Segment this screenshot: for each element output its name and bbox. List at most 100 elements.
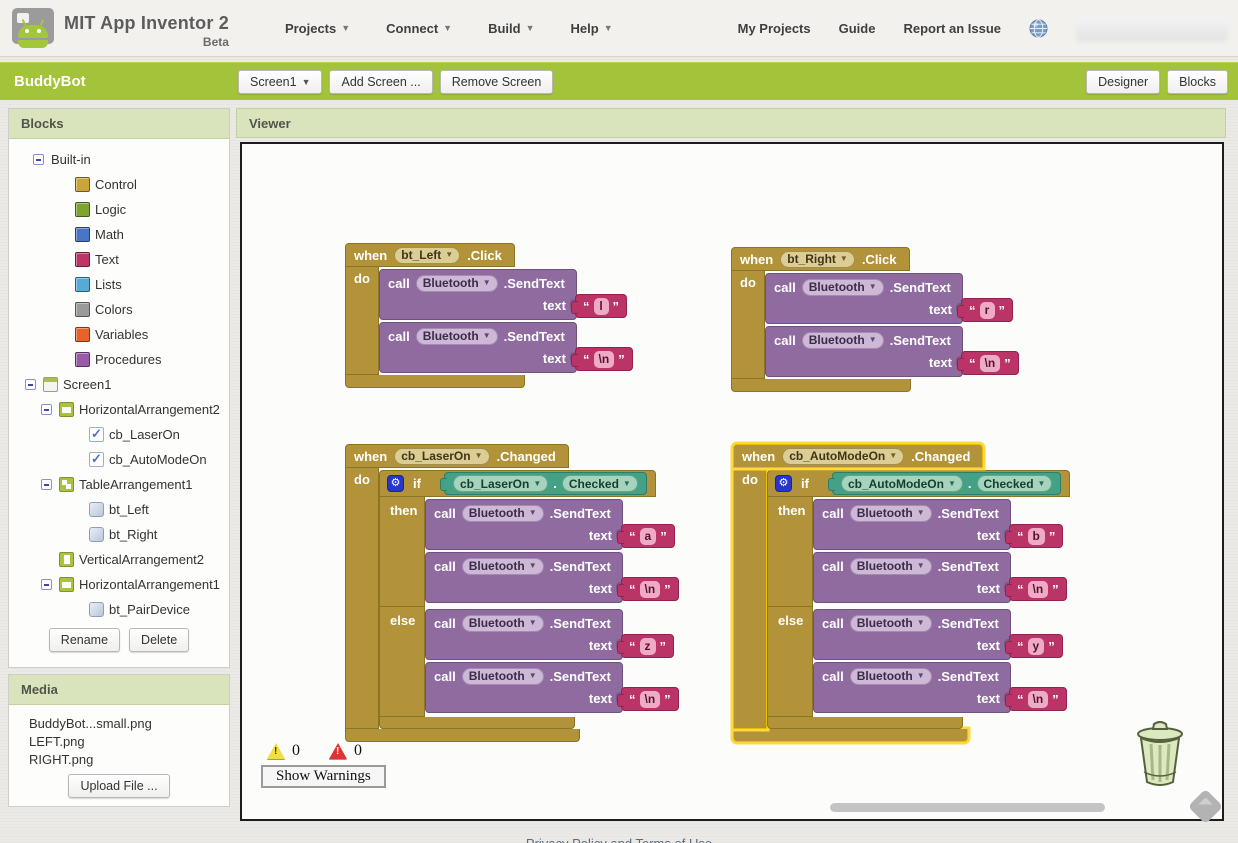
string-value-field[interactable]: b [1027,527,1045,545]
getter-property-dropdown[interactable]: Checked ▼ [561,475,638,492]
getter-property-dropdown[interactable]: Checked ▼ [976,475,1053,492]
string-value-field[interactable]: \n [1027,580,1049,598]
string-value-field[interactable]: r [979,301,995,319]
component-dropdown[interactable]: Bluetooth ▼ [849,667,932,685]
string-value-field[interactable]: z [639,637,656,655]
getter-component-dropdown[interactable]: cb_AutoModeOn ▼ [840,475,963,492]
palette-category-logic[interactable]: Logic [9,197,229,222]
tree-item-bt_right[interactable]: bt_Right [9,522,229,547]
call-method-block[interactable]: call Bluetooth ▼ .SendText text “\n” [425,662,679,713]
component-dropdown[interactable]: Bluetooth ▼ [801,278,884,296]
tree-item-horizontalarrangement1[interactable]: HorizontalArrangement1 [9,572,229,597]
horizontal-scrollbar[interactable] [830,803,1105,812]
language-globe-icon[interactable] [1029,19,1048,38]
component-getter-block[interactable]: cb_LaserOn ▼. Checked ▼ [439,472,647,495]
tree-item-verticalarrangement2[interactable]: VerticalArrangement2 [9,547,229,572]
menu-help[interactable]: Help ▼ [571,21,613,36]
if-then-else-block[interactable]: ⚙ if cb_AutoModeOn ▼. Checked ▼ then call Blueto… [767,470,1071,729]
text-string-block[interactable]: “\n” [1005,687,1067,711]
text-string-block[interactable]: “r” [957,298,1013,322]
media-file-item[interactable]: LEFT.png [29,733,229,751]
call-method-block[interactable]: call Bluetooth ▼ .SendText text “a” [425,499,675,550]
text-string-block[interactable]: “b” [1004,524,1064,548]
text-string-block[interactable]: “\n” [617,687,679,711]
tree-item-tablearrangement1[interactable]: TableArrangement1 [9,472,229,497]
text-string-block[interactable]: “\n” [571,347,633,371]
tree-expander-icon[interactable] [41,404,52,415]
report-issue-link[interactable]: Report an Issue [903,21,1001,36]
call-method-block[interactable]: call Bluetooth ▼ .SendText text “\n” [765,326,1019,377]
tree-expander-icon[interactable] [41,579,52,590]
component-dropdown[interactable]: Bluetooth ▼ [849,504,932,522]
text-string-block[interactable]: “\n” [957,351,1019,375]
component-dropdown[interactable]: Bluetooth ▼ [461,557,544,575]
event-component-dropdown[interactable]: cb_AutoModeOn ▼ [782,447,905,465]
component-dropdown[interactable]: Bluetooth ▼ [461,667,544,685]
text-string-block[interactable]: “a” [617,524,675,548]
text-string-block[interactable]: “y” [1005,634,1063,658]
string-value-field[interactable]: l [593,297,609,315]
event-block-when-bt_right[interactable]: when bt_Right ▼ .Click do call Bluetooth ▼ .Send… [731,247,1019,392]
string-value-field[interactable]: a [639,527,657,545]
component-dropdown[interactable]: Bluetooth ▼ [801,331,884,349]
upload-file-button[interactable]: Upload File ... [68,774,170,798]
component-dropdown[interactable]: Bluetooth ▼ [461,614,544,632]
component-dropdown[interactable]: Bluetooth ▼ [849,557,932,575]
string-value-field[interactable]: \n [593,350,615,368]
event-block-when-cb_laseron[interactable]: when cb_LaserOn ▼ .Changed do ⚙ if cb_LaserOn ▼.… [345,444,679,742]
component-dropdown[interactable]: Bluetooth ▼ [415,327,498,345]
component-dropdown[interactable]: Bluetooth ▼ [461,504,544,522]
app-logo[interactable]: MIT App Inventor 2 Beta [10,7,229,49]
string-value-field[interactable]: \n [639,580,661,598]
component-dropdown[interactable]: Bluetooth ▼ [415,274,498,292]
call-method-block[interactable]: call Bluetooth ▼ .SendText text “b” [813,499,1064,550]
event-component-dropdown[interactable]: bt_Left ▼ [394,246,461,264]
rename-button[interactable]: Rename [48,628,121,652]
tree-item-built-in[interactable]: Built-in [9,147,229,172]
text-string-block[interactable]: “\n” [1005,577,1067,601]
call-method-block[interactable]: call Bluetooth ▼ .SendText text “\n” [813,552,1067,603]
trash-can-icon[interactable] [1134,720,1186,788]
tree-item-cb_automodeon[interactable]: ✓ cb_AutoModeOn [9,447,229,472]
palette-category-math[interactable]: Math [9,222,229,247]
media-file-item[interactable]: RIGHT.png [29,751,229,769]
string-value-field[interactable]: y [1027,637,1045,655]
palette-category-control[interactable]: Control [9,172,229,197]
text-string-block[interactable]: “\n” [617,577,679,601]
blocks-workspace-canvas[interactable]: ! 0 ! 0 Show Warnings when bt_Left ▼ .Click… [240,142,1224,821]
media-file-item[interactable]: BuddyBot...small.png [29,715,229,733]
mutator-gear-icon[interactable]: ⚙ [775,475,792,492]
show-warnings-button[interactable]: Show Warnings [261,765,386,788]
string-value-field[interactable]: \n [979,354,1001,372]
palette-category-procedures[interactable]: Procedures [9,347,229,372]
tree-item-horizontalarrangement2[interactable]: HorizontalArrangement2 [9,397,229,422]
guide-link[interactable]: Guide [839,21,876,36]
tree-expander-icon[interactable] [25,379,36,390]
tree-item-bt_left[interactable]: bt_Left [9,497,229,522]
text-string-block[interactable]: “l” [571,294,627,318]
call-method-block[interactable]: call Bluetooth ▼ .SendText text “l” [379,269,627,320]
component-dropdown[interactable]: Bluetooth ▼ [849,614,932,632]
palette-category-text[interactable]: Text [9,247,229,272]
call-method-block[interactable]: call Bluetooth ▼ .SendText text “r” [765,273,1013,324]
call-method-block[interactable]: call Bluetooth ▼ .SendText text “\n” [379,322,633,373]
event-block-when-bt_left[interactable]: when bt_Left ▼ .Click do call Bluetooth ▼ .SendT… [345,243,633,388]
remove-screen-button[interactable]: Remove Screen [439,69,554,94]
palette-category-colors[interactable]: Colors [9,297,229,322]
tree-expander-icon[interactable] [41,479,52,490]
string-value-field[interactable]: \n [639,690,661,708]
string-value-field[interactable]: \n [1027,690,1049,708]
event-component-dropdown[interactable]: cb_LaserOn ▼ [394,447,490,465]
designer-tab-button[interactable]: Designer [1086,69,1161,94]
tree-expander-icon[interactable] [33,154,44,165]
event-component-dropdown[interactable]: bt_Right ▼ [780,250,855,268]
tree-item-screen1[interactable]: Screen1 [9,372,229,397]
component-getter-block[interactable]: cb_AutoModeOn ▼. Checked ▼ [827,472,1062,495]
tree-item-cb_laseron[interactable]: ✓ cb_LaserOn [9,422,229,447]
footer-links[interactable]: Privacy Policy and Terms of Use [0,836,1238,843]
add-screen-button[interactable]: Add Screen ... [329,69,433,94]
user-account-box[interactable] [1076,15,1228,42]
text-string-block[interactable]: “z” [617,634,674,658]
tree-item-bt_pairdevice[interactable]: bt_PairDevice [9,597,229,622]
menu-connect[interactable]: Connect ▼ [386,21,452,36]
